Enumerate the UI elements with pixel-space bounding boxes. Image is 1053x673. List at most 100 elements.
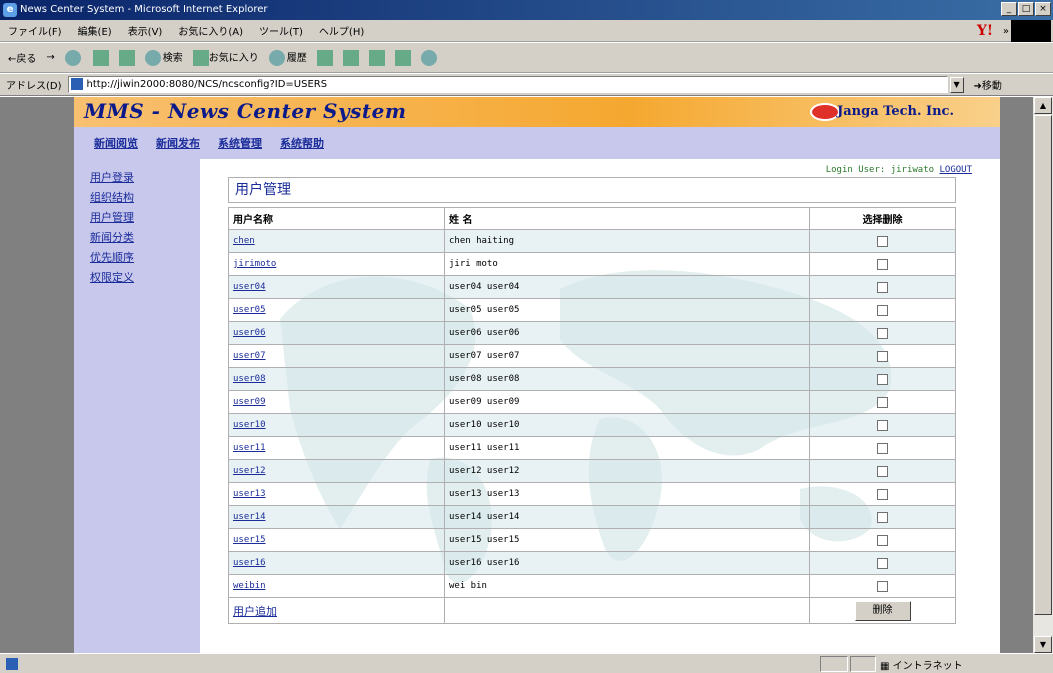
login-info: Login User: jiriwato LOGOUT: [826, 165, 972, 175]
favorites-button[interactable]: お気に入り: [192, 49, 259, 66]
add-user-link[interactable]: 用户追加: [233, 605, 277, 618]
nav-news-read[interactable]: 新闻阅览: [94, 135, 138, 151]
table-row: user07 user07 user07: [228, 344, 956, 368]
fullname-cell: user16 user16: [444, 551, 810, 575]
delete-checkbox[interactable]: [877, 511, 888, 523]
fullname-cell: user10 user10: [444, 413, 810, 437]
menu-file[interactable]: ファイル(F): [8, 23, 62, 38]
sidebar-item-permissions[interactable]: 权限定义: [90, 269, 134, 285]
menu-favorites[interactable]: お気に入り(A): [178, 23, 243, 38]
delete-checkbox[interactable]: [877, 235, 888, 247]
window-title: News Center System - Microsoft Internet …: [20, 4, 268, 15]
delete-checkbox[interactable]: [877, 304, 888, 316]
username-link[interactable]: user08: [233, 374, 266, 384]
maximize-button[interactable]: □: [1018, 2, 1034, 16]
scroll-thumb[interactable]: [1034, 115, 1052, 615]
username-link[interactable]: jirimoto: [233, 259, 276, 269]
scroll-down-button[interactable]: ▼: [1034, 636, 1052, 653]
refresh-icon[interactable]: [92, 49, 109, 66]
delete-checkbox[interactable]: [877, 327, 888, 339]
search-button[interactable]: 検索: [144, 49, 183, 66]
username-link[interactable]: user07: [233, 351, 266, 361]
username-cell: user14: [228, 505, 445, 529]
nav-news-publish[interactable]: 新闻发布: [156, 135, 200, 151]
username-cell: user04: [228, 275, 445, 299]
history-button[interactable]: 履歴: [268, 49, 307, 66]
delete-checkbox[interactable]: [877, 488, 888, 500]
table-row: user10 user10 user10: [228, 413, 956, 437]
go-button[interactable]: ➜移動: [974, 77, 1002, 92]
col-delete-header: 选择删除: [809, 207, 956, 230]
delete-checkbox[interactable]: [877, 281, 888, 293]
username-link[interactable]: user09: [233, 397, 266, 407]
edit-icon[interactable]: [368, 49, 385, 66]
username-link[interactable]: user05: [233, 305, 266, 315]
sidebar-item-news-category[interactable]: 新闻分类: [90, 229, 134, 245]
delete-checkbox[interactable]: [877, 534, 888, 546]
menu-edit[interactable]: 編集(E): [78, 23, 112, 38]
chevron-right-icon[interactable]: »: [1003, 26, 1009, 37]
username-link[interactable]: user06: [233, 328, 266, 338]
address-input[interactable]: http://jiwin2000:8080/NCS/ncsconfig?ID=U…: [67, 76, 948, 93]
stop-icon[interactable]: [64, 49, 81, 66]
table-row: user16 user16 user16: [228, 551, 956, 575]
zone-indicator: ▦ イントラネット: [880, 661, 963, 672]
messenger-icon[interactable]: [420, 49, 437, 66]
username-link[interactable]: user10: [233, 420, 266, 430]
delete-checkbox[interactable]: [877, 258, 888, 270]
username-link[interactable]: user04: [233, 282, 266, 292]
col-username-header: 用户名称: [228, 207, 445, 230]
delete-checkbox[interactable]: [877, 419, 888, 431]
username-link[interactable]: weibin: [233, 581, 266, 591]
table-row: user11 user11 user11: [228, 436, 956, 460]
logout-link[interactable]: LOGOUT: [939, 165, 972, 175]
username-link[interactable]: user14: [233, 512, 266, 522]
intranet-icon: ▦: [880, 661, 893, 672]
username-link[interactable]: chen: [233, 236, 255, 246]
table-row: weibin wei bin: [228, 574, 956, 598]
close-button[interactable]: ×: [1035, 2, 1051, 16]
delete-button[interactable]: 删除: [854, 600, 911, 621]
page-icon: [70, 78, 83, 90]
sidebar-item-user-login[interactable]: 用户登录: [90, 169, 134, 185]
delete-checkbox[interactable]: [877, 557, 888, 569]
menu-view[interactable]: 表示(V): [128, 23, 163, 38]
delete-select-cell: [809, 436, 956, 460]
delete-checkbox[interactable]: [877, 442, 888, 454]
yahoo-icon[interactable]: Y!: [977, 23, 993, 39]
home-icon[interactable]: [118, 49, 135, 66]
discuss-icon[interactable]: [394, 49, 411, 66]
sidebar-item-org-structure[interactable]: 组织结构: [90, 189, 134, 205]
username-cell: chen: [228, 229, 445, 253]
username-link[interactable]: user15: [233, 535, 266, 545]
sidebar-item-user-management[interactable]: 用户管理: [90, 209, 134, 225]
username-link[interactable]: user16: [233, 558, 266, 568]
delete-select-cell: [809, 459, 956, 483]
menu-tools[interactable]: ツール(T): [259, 23, 303, 38]
scroll-up-button[interactable]: ▲: [1034, 97, 1052, 114]
nav-system-help[interactable]: 系统帮助: [280, 135, 324, 151]
mail-icon[interactable]: [316, 49, 333, 66]
vertical-scrollbar[interactable]: ▲ ▼: [1033, 97, 1053, 653]
print-icon[interactable]: [342, 49, 359, 66]
delete-checkbox[interactable]: [877, 373, 888, 385]
username-cell: user07: [228, 344, 445, 368]
address-dropdown-button[interactable]: ▼: [949, 76, 964, 93]
delete-checkbox[interactable]: [877, 580, 888, 592]
minimize-button[interactable]: _: [1001, 2, 1017, 16]
delete-checkbox[interactable]: [877, 350, 888, 362]
menu-help[interactable]: ヘルプ(H): [319, 23, 364, 38]
delete-checkbox[interactable]: [877, 396, 888, 408]
username-link[interactable]: user11: [233, 443, 266, 453]
sidebar: 用户登录 组织结构 用户管理 新闻分类 优先顺序 权限定义: [74, 159, 200, 653]
username-cell: user11: [228, 436, 445, 460]
username-cell: user05: [228, 298, 445, 322]
username-link[interactable]: user12: [233, 466, 266, 476]
back-button[interactable]: ←戻る: [8, 50, 36, 65]
forward-button[interactable]: →: [46, 52, 54, 63]
username-link[interactable]: user13: [233, 489, 266, 499]
page-title: 用户管理: [228, 177, 956, 203]
delete-checkbox[interactable]: [877, 465, 888, 477]
sidebar-item-priority[interactable]: 优先顺序: [90, 249, 134, 265]
nav-system-admin[interactable]: 系统管理: [218, 135, 262, 151]
